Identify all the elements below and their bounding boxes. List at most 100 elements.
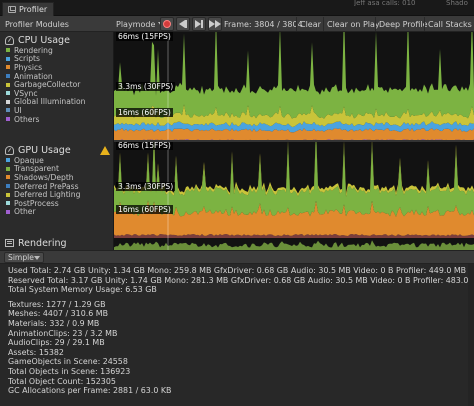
cpu-legend-item-global-illumination[interactable]: Global Illumination xyxy=(0,97,114,107)
rendering-chart-svg xyxy=(114,238,474,250)
chevron-down-icon xyxy=(34,256,40,260)
gpu-66ms-label: 66ms (15FPS) xyxy=(116,142,173,150)
legend-color-swatch xyxy=(6,108,10,113)
legend-color-swatch xyxy=(6,158,10,163)
legend-color-swatch xyxy=(6,184,10,189)
frame-counter-label: Frame: 3804 / 3804 xyxy=(224,19,303,29)
textures-line: Textures: 1277 / 1.29 GB xyxy=(8,299,106,309)
legend-color-swatch xyxy=(6,201,10,206)
cpu-usage-chart[interactable]: 66ms (15FPS) 3.3ms (30FPS) 16ms (60FPS) xyxy=(114,32,474,142)
gameobjects-line: GameObjects in Scene: 24558 xyxy=(8,357,128,367)
gpu-gauge-icon xyxy=(5,145,14,155)
rendering-details-panel: Used Total: 2.74 GB Unity: 1.34 GB Mono:… xyxy=(0,264,474,406)
record-button[interactable] xyxy=(160,17,174,31)
clear-label: Clear xyxy=(300,19,321,29)
last-frame-button[interactable] xyxy=(208,17,222,31)
rendering-icon xyxy=(5,239,14,247)
legend-color-swatch xyxy=(6,175,10,180)
gpu-legend-item-postprocess[interactable]: PostProcess xyxy=(0,199,114,208)
gpu-legend-item-shadows-depth[interactable]: Shadows/Depth xyxy=(0,173,114,182)
cpu-legend-item-vsync[interactable]: VSync xyxy=(0,89,114,98)
cpu-legend-item-rendering[interactable]: Rendering xyxy=(0,46,114,55)
clipped-tab-text: Shado xyxy=(446,0,468,6)
cpu-legend: Rendering Scripts Physics Animation GarbageC… xyxy=(0,46,114,124)
fast-forward-icon-part xyxy=(215,20,221,28)
warning-icon[interactable] xyxy=(100,146,110,155)
gpu-usage-chart[interactable]: 66ms (15FPS) 3.3ms (30FPS) 16ms (60FPS) xyxy=(114,142,474,238)
rendering-module-header[interactable]: Rendering xyxy=(0,236,114,250)
animation-clips-line: AnimationClips: 23 / 3.2 MB xyxy=(8,328,118,338)
module-sidebar: CPU Usage Rendering Scripts Physics Animati… xyxy=(0,32,114,250)
legend-label: Global Illumination xyxy=(14,97,86,107)
profiler-tab[interactable]: Profiler xyxy=(2,2,55,16)
window-tab-bar: Profiler Jeff asa calls: 010 Shado xyxy=(0,0,474,16)
bar-icon-part xyxy=(201,20,203,28)
legend-color-swatch xyxy=(6,209,10,214)
gpu-legend-item-opaque[interactable]: Opaque xyxy=(0,156,114,165)
gpu-legend-item-transparent[interactable]: Transparent xyxy=(0,164,114,173)
cpu-module-title: CPU Usage xyxy=(18,34,70,46)
cpu-legend-item-scripts[interactable]: Scripts xyxy=(0,54,114,63)
legend-color-swatch xyxy=(6,56,10,61)
legend-color-swatch xyxy=(6,65,10,70)
legend-color-swatch xyxy=(6,192,10,197)
rendering-chart[interactable] xyxy=(114,238,474,250)
legend-color-swatch xyxy=(6,74,10,79)
assets-line: Assets: 15382 xyxy=(8,347,64,357)
bar-icon-part xyxy=(185,20,187,28)
call-stacks-toggle[interactable]: Call Stacks xyxy=(424,17,474,31)
profiler-tab-label: Profiler xyxy=(19,5,48,14)
gpu-module-title: GPU Usage xyxy=(18,144,71,156)
gpu-33ms-label: 3.3ms (30FPS) xyxy=(116,182,176,191)
frame-counter: Frame: 3804 / 3804 xyxy=(224,17,303,31)
profiler-icon xyxy=(8,6,16,13)
legend-label: Others xyxy=(14,114,40,124)
profiler-toolbar: Profiler Modules Playmode Frame: 3804 / … xyxy=(0,16,474,32)
previous-frame-button[interactable] xyxy=(176,17,190,31)
view-mode-dropdown[interactable]: Simple xyxy=(4,252,44,263)
meshes-line: Meshes: 4407 / 310.6 MB xyxy=(8,309,108,319)
cpu-legend-item-animation[interactable]: Animation xyxy=(0,72,114,81)
rendering-module-title: Rendering xyxy=(18,237,67,249)
cpu-gauge-icon xyxy=(5,35,14,45)
materials-line: Materials: 332 / 0.9 MB xyxy=(8,318,100,328)
system-memory-line: Total System Memory Usage: 6.53 GB xyxy=(8,285,157,295)
legend-color-swatch xyxy=(6,99,10,104)
clear-button[interactable]: Clear xyxy=(296,17,322,31)
legend-color-swatch xyxy=(6,117,10,122)
gpu-legend-item-deferred-lighting[interactable]: Deferred Lighting xyxy=(0,190,114,199)
cpu-legend-item-physics[interactable]: Physics xyxy=(0,63,114,72)
total-object-count-line: Total Object Count: 152305 xyxy=(8,376,116,386)
gpu-legend-item-other[interactable]: Other xyxy=(0,207,114,216)
playmode-label: Playmode xyxy=(116,19,156,29)
legend-color-swatch xyxy=(6,48,10,53)
details-toolbar: Simple xyxy=(0,250,474,264)
legend-color-swatch xyxy=(6,166,10,171)
call-stacks-label: Call Stacks xyxy=(428,19,472,29)
cpu-legend-item-garbagecollector[interactable]: GarbageCollector xyxy=(0,80,114,89)
cpu-16ms-label: 16ms (60FPS) xyxy=(116,108,173,117)
profiler-modules-dropdown[interactable]: Profiler Modules xyxy=(5,17,113,31)
view-mode-label: Simple xyxy=(8,253,34,262)
deep-profile-toggle[interactable]: Deep Profile xyxy=(375,17,428,31)
deep-profile-label: Deep Profile xyxy=(379,19,428,29)
gc-allocations-line: GC Allocations per Frame: 2881 / 63.0 KB xyxy=(8,386,172,396)
playmode-dropdown[interactable]: Playmode xyxy=(116,17,165,31)
cpu-legend-item-ui[interactable]: UI xyxy=(0,106,114,115)
reserved-total-line: Reserved Total: 3.17 GB Unity: 1.74 GB M… xyxy=(8,275,474,285)
gpu-16ms-label: 16ms (60FPS) xyxy=(116,205,173,214)
cpu-66ms-label: 66ms (15FPS) xyxy=(116,32,173,41)
next-frame-button[interactable] xyxy=(192,17,206,31)
gpu-legend-item-deferred-prepass[interactable]: Deferred PrePass xyxy=(0,182,114,191)
clear-on-play-label: Clear on Play xyxy=(327,19,380,29)
clipped-status-text: Jeff asa calls: 010 xyxy=(354,0,416,6)
used-total-line: Used Total: 2.74 GB Unity: 1.34 GB Mono:… xyxy=(8,266,467,275)
cpu-legend-item-others[interactable]: Others xyxy=(0,115,114,124)
total-objects-scene-line: Total Objects in Scene: 136923 xyxy=(8,366,131,376)
audio-clips-line: AudioClips: 29 / 29.1 MB xyxy=(8,338,105,348)
profiler-modules-label: Profiler Modules xyxy=(5,19,69,29)
legend-color-swatch xyxy=(6,91,10,96)
details-scrollbar[interactable] xyxy=(468,264,474,406)
clear-on-play-toggle[interactable]: Clear on Play xyxy=(323,17,380,31)
legend-color-swatch xyxy=(6,82,10,87)
